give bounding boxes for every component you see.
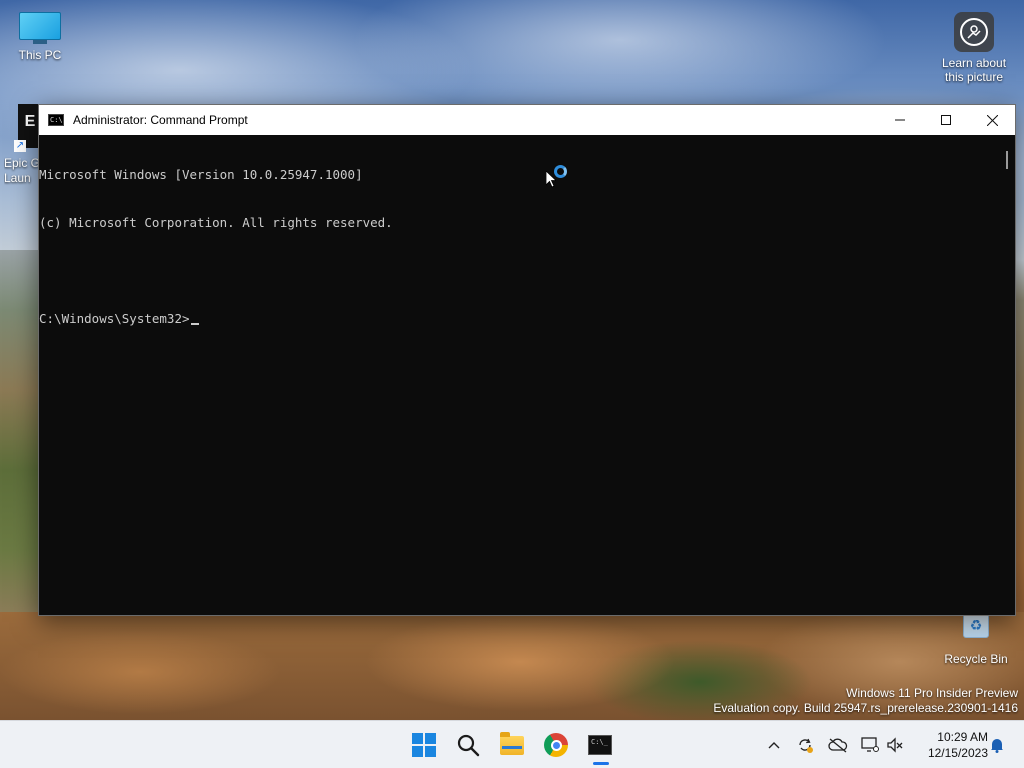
- search-icon: [457, 734, 480, 757]
- learn-label-line2: this picture: [944, 70, 1004, 84]
- cmd-icon: C:\: [48, 114, 64, 126]
- window-titlebar[interactable]: C:\ Administrator: Command Prompt: [39, 105, 1015, 135]
- clock-date: 12/15/2023: [927, 746, 988, 760]
- watermark-line2: Evaluation copy. Build 25947.rs_prerelea…: [713, 701, 1018, 715]
- windows-logo-icon: [412, 733, 436, 757]
- close-button[interactable]: [969, 105, 1015, 135]
- shortcut-arrow-icon: ↗: [14, 140, 26, 152]
- taskbar-clock[interactable]: 10:29 AM 12/15/2023: [912, 729, 988, 761]
- taskbar: C:\_ 10:29 AM 12/15/2023: [0, 720, 1024, 768]
- notifications-button[interactable]: [988, 735, 1006, 755]
- sync-icon: [799, 738, 813, 753]
- epic-label-line2: Laun: [4, 171, 31, 185]
- window-controls: [877, 105, 1015, 135]
- watermark-line1: Windows 11 Pro Insider Preview: [846, 686, 1018, 700]
- console-prompt-line[interactable]: C:\Windows\System32>: [39, 311, 999, 327]
- cloud-offline-icon: [828, 738, 848, 753]
- command-prompt-taskbar-button[interactable]: C:\_: [584, 729, 616, 761]
- start-button[interactable]: [408, 729, 440, 761]
- monitor-icon: [19, 12, 61, 44]
- window-title: Administrator: Command Prompt: [73, 113, 248, 127]
- desktop-icon-recycle-bin[interactable]: ♻ Recycle Bin: [936, 612, 1016, 666]
- file-explorer-button[interactable]: [496, 729, 528, 761]
- search-button[interactable]: [452, 729, 484, 761]
- chrome-button[interactable]: [540, 729, 572, 761]
- show-hidden-icons-button[interactable]: [764, 735, 784, 755]
- desktop-icon-label-epic: Epic G Laun: [4, 156, 40, 186]
- learn-label-line1: Learn about: [941, 56, 1007, 70]
- desktop-icon-label: This PC: [18, 48, 62, 62]
- volume-tray-button[interactable]: [885, 735, 905, 755]
- desktop-icon-learn-about-picture[interactable]: Learn about this picture: [934, 12, 1014, 84]
- network-tray-button[interactable]: [860, 735, 880, 755]
- console-line-copyright: (c) Microsoft Corporation. All rights re…: [39, 215, 393, 230]
- scrollbar-thumb[interactable]: [1006, 151, 1008, 169]
- command-prompt-window[interactable]: C:\ Administrator: Command Prompt Micros…: [38, 104, 1016, 616]
- sync-tray-button[interactable]: [795, 735, 815, 755]
- desktop-icon-label: Learn about this picture: [934, 56, 1014, 84]
- active-app-indicator: [593, 762, 609, 765]
- evaluation-watermark: Windows 11 Pro Insider Preview Evaluatio…: [713, 686, 1018, 716]
- command-prompt-icon: C:\_: [588, 735, 612, 755]
- busy-spinner-icon: [554, 165, 567, 178]
- wallpaper-valley: [0, 250, 40, 620]
- desktop-icon-label: Recycle Bin: [944, 652, 1008, 666]
- epic-label-line1: Epic G: [4, 156, 40, 170]
- maximize-icon: [941, 115, 951, 125]
- network-icon: [861, 737, 879, 752]
- folder-icon: [500, 731, 524, 755]
- desktop-icon-this-pc[interactable]: This PC: [0, 12, 80, 62]
- bell-icon: [991, 739, 1003, 753]
- close-icon: [986, 114, 998, 126]
- minimize-icon: [895, 119, 905, 121]
- vertical-scrollbar[interactable]: [998, 135, 1015, 615]
- text-cursor: [190, 323, 199, 325]
- console-line-version: Microsoft Windows [Version 10.0.25947.10…: [39, 167, 363, 182]
- chevron-up-icon: [768, 742, 780, 749]
- onedrive-tray-button[interactable]: [828, 735, 848, 755]
- console-prompt: C:\Windows\System32>: [39, 311, 190, 326]
- chrome-icon: [544, 733, 568, 757]
- console-output[interactable]: Microsoft Windows [Version 10.0.25947.10…: [39, 135, 999, 615]
- maximize-button[interactable]: [923, 105, 969, 135]
- minimize-button[interactable]: [877, 105, 923, 135]
- camera-icon: [954, 12, 994, 52]
- speaker-muted-icon: [887, 737, 903, 753]
- clock-time: 10:29 AM: [937, 730, 988, 744]
